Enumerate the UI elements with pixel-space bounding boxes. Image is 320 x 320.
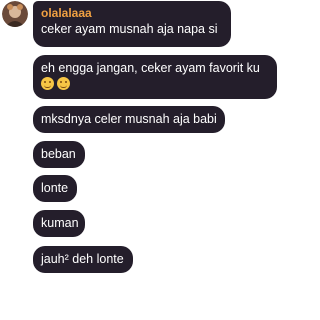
message-bubble[interactable]: jauh² deh lonte	[33, 246, 133, 273]
message-text: beban	[41, 147, 76, 161]
message-bubble[interactable]: beban	[33, 141, 85, 168]
message-bubble[interactable]: kuman	[33, 210, 85, 237]
message-text: eh engga jangan, ceker ayam favorit ku	[41, 61, 260, 75]
avatar-image	[2, 1, 28, 27]
message-text: lonte	[41, 181, 69, 195]
avatar[interactable]	[2, 1, 28, 27]
message-bubble[interactable]: eh engga jangan, ceker ayam favorit ku	[33, 55, 277, 99]
sender-name[interactable]: olalalaaa	[41, 6, 223, 20]
message-text: kuman	[41, 216, 79, 230]
message-bubble[interactable]: mksdnya celer musnah aja babi	[33, 106, 225, 133]
relieved-face-icon	[57, 77, 70, 90]
message-text: ceker ayam musnah aja napa si	[41, 22, 218, 36]
message-text: jauh² deh lonte	[41, 252, 124, 266]
message-bubble[interactable]: lonte	[33, 175, 77, 202]
message-bubble[interactable]: olalalaaa ceker ayam musnah aja napa si	[33, 1, 231, 47]
relieved-face-icon	[41, 77, 54, 90]
message-text: mksdnya celer musnah aja babi	[41, 112, 217, 126]
